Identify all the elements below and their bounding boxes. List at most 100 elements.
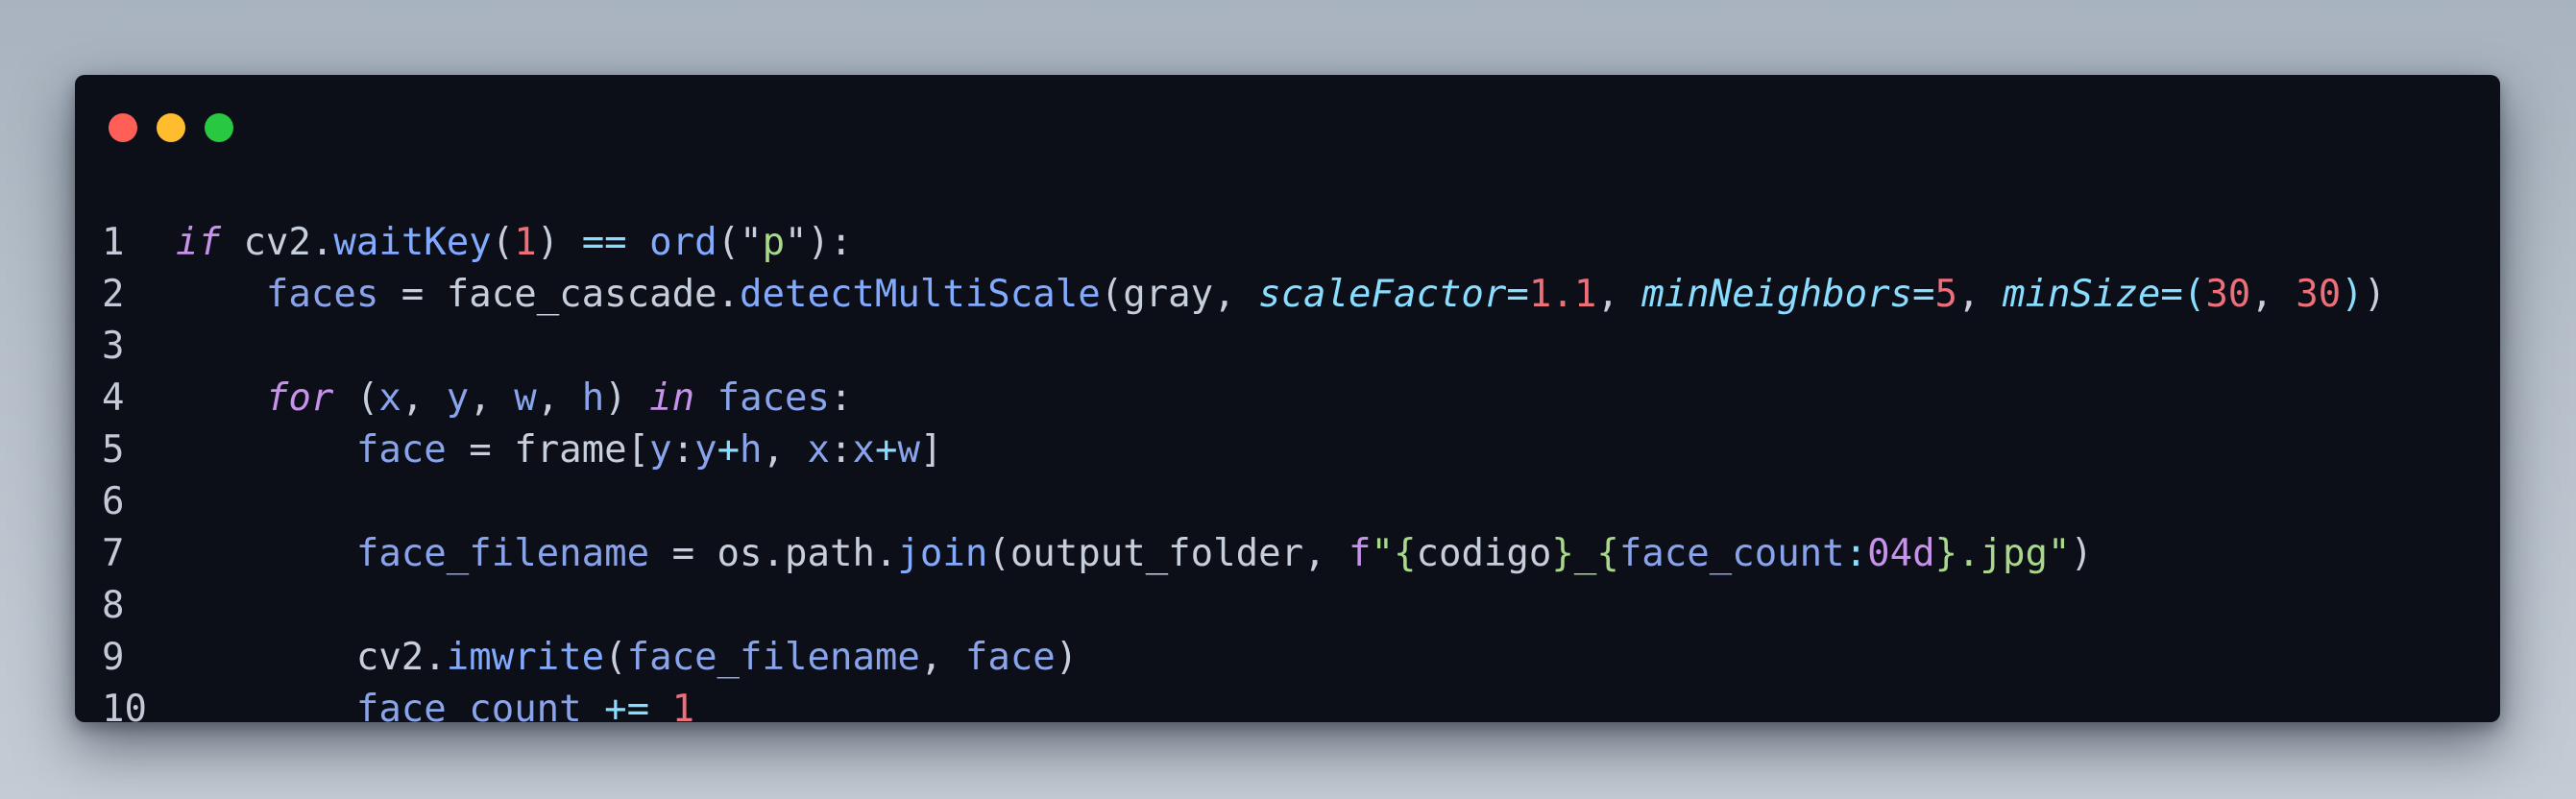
code-token: h (581, 376, 605, 420)
code-token: : (671, 428, 695, 472)
code-token: x (852, 428, 875, 472)
code-token: y (649, 428, 672, 472)
code-token: y (694, 428, 717, 472)
code-token: , (2250, 273, 2297, 316)
code-token: . (762, 532, 785, 575)
code-token: (" (717, 221, 763, 264)
code-token: ) (536, 221, 582, 264)
code-token: path (785, 532, 875, 575)
code-token: ( (604, 636, 627, 679)
code-token: = (378, 273, 447, 316)
line-source: face_count += 1 (176, 684, 694, 722)
code-line: 4 for (x, y, w, h) in faces: (75, 373, 2500, 424)
code-token: waitKey (333, 221, 492, 264)
code-token: 30 (2296, 273, 2342, 316)
code-token: , (1303, 532, 1349, 575)
code-token: f (1349, 532, 1372, 575)
minimize-icon[interactable] (157, 113, 185, 142)
code-token: = (446, 428, 515, 472)
code-token: 1 (671, 688, 695, 722)
code-token: : (829, 428, 853, 472)
code-token: , (1957, 273, 2003, 316)
code-token: w (514, 376, 537, 420)
code-token: . (717, 273, 741, 316)
code-token: x (807, 428, 830, 472)
code-token: + (717, 428, 741, 472)
code-token: "): (785, 221, 853, 264)
code-token: ( (333, 376, 379, 420)
code-token: h (740, 428, 763, 472)
line-source: for (x, y, w, h) in faces: (176, 373, 853, 424)
code-token: = (1506, 273, 1529, 316)
maximize-icon[interactable] (205, 113, 233, 142)
code-token: : (1844, 532, 1868, 575)
code-token: }_{ (1551, 532, 1619, 575)
code-token: } (1934, 532, 1958, 575)
code-token: cv2 (220, 221, 311, 264)
code-token: , (1213, 273, 1259, 316)
code-token: : (830, 376, 853, 420)
code-token: face_count (355, 688, 582, 722)
code-line: 1 if cv2.waitKey(1) == ord("p"): (75, 217, 2500, 269)
code-line: 5 face = frame[y:y+h, x:x+w] (75, 424, 2500, 476)
code-token: 5 (1934, 273, 1958, 316)
code-token: minSize (2002, 273, 2161, 316)
code-token: face_filename (355, 532, 650, 575)
close-icon[interactable] (109, 113, 137, 142)
line-number: 6 (102, 480, 125, 523)
code-token: ) (2341, 273, 2364, 316)
code-line: 8 (75, 580, 2500, 632)
code-token: , (762, 428, 808, 472)
code-token: , (1596, 273, 1642, 316)
code-token: os (717, 532, 763, 575)
code-token: += (604, 688, 650, 722)
code-token: imwrite (446, 636, 605, 679)
code-token: ) (604, 376, 650, 420)
code-token: frame (514, 428, 627, 472)
line-source: if cv2.waitKey(1) == ord("p"): (176, 217, 853, 269)
code-token: + (874, 428, 898, 472)
code-token: face_filename (626, 636, 920, 679)
code-line: 9 cv2.imwrite(face_filename, face) (75, 632, 2500, 684)
code-token: 30 (2205, 273, 2251, 316)
line-source: face = frame[y:y+h, x:x+w] (176, 424, 943, 476)
code-token: cv2 (355, 636, 425, 679)
code-line: 3 (75, 321, 2500, 373)
code-token: ( (491, 221, 515, 264)
code-token: output_folder (1009, 532, 1304, 575)
line-source: faces = face_cascade.detectMultiScale(gr… (176, 269, 2386, 321)
code-token: 1 (514, 221, 537, 264)
code-token: ( (2182, 273, 2206, 316)
code-token: ord (649, 221, 717, 264)
code-token: ( (987, 532, 1010, 575)
code-token: = (2160, 273, 2183, 316)
code-token: y (446, 376, 470, 420)
code-token: ] (919, 428, 943, 472)
code-token: detectMultiScale (740, 273, 1101, 316)
code-token: = (1912, 273, 1935, 316)
line-source: cv2.imwrite(face_filename, face) (176, 632, 1078, 684)
code-token: join (897, 532, 988, 575)
line-source: face_filename = os.path.join(output_fold… (176, 528, 2093, 580)
code-token: scaleFactor (1258, 273, 1507, 316)
code-token: " (1371, 532, 1394, 575)
line-number: 8 (102, 584, 125, 627)
code-token: faces (717, 376, 831, 420)
code-token: ) (2070, 532, 2093, 575)
code-token: , (469, 376, 515, 420)
code-token: face (964, 636, 1056, 679)
code-token: , (401, 376, 447, 420)
code-token: face_count (1618, 532, 1845, 575)
code-token: = (649, 532, 717, 575)
code-token: .jpg" (1957, 532, 2071, 575)
code-token: 04d (1867, 532, 1935, 575)
